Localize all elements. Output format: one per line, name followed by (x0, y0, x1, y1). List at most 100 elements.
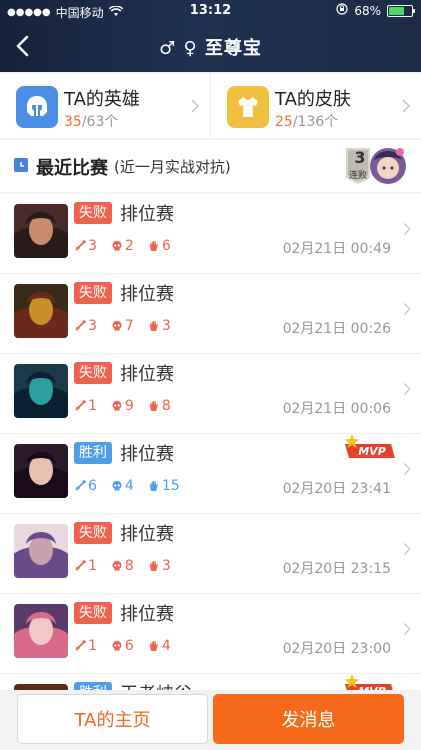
kills-stat: 3 (74, 318, 97, 334)
match-mode: 排位赛 (120, 284, 174, 305)
heroes-card-title: TA的英雄 (64, 89, 140, 110)
hand-icon (149, 401, 158, 411)
match-row[interactable]: 失败 排位赛 3 7 3 02月21日 00:26 (0, 274, 421, 354)
hand-icon (149, 641, 158, 651)
match-time: 02月20日 23:00 (282, 641, 391, 657)
skull-icon (112, 401, 122, 411)
mvp-label: MVP (358, 445, 386, 458)
deaths-stat: 7 (111, 318, 134, 334)
battery-fill (389, 6, 404, 15)
chevron-right-icon (403, 622, 411, 636)
hero-avatar (14, 284, 68, 338)
hand-icon (149, 481, 158, 491)
assists-stat: 8 (148, 398, 171, 414)
battery-icon (387, 4, 415, 17)
chevron-right-icon (403, 302, 411, 316)
deaths-stat: 2 (111, 238, 134, 254)
kills-stat: 3 (74, 238, 97, 254)
skins-card-count: 25/136个 (275, 114, 339, 130)
hero-avatar (14, 364, 68, 418)
match-row[interactable]: 胜利 排位赛 6 4 15 02月20日 23:41 MVP (0, 434, 421, 514)
kills-stat: 1 (74, 398, 97, 414)
clock-icon (14, 158, 28, 172)
match-time: 02月20日 23:41 (282, 481, 391, 497)
chevron-right-icon (403, 462, 411, 476)
skull-icon (112, 241, 122, 251)
match-row[interactable]: 失败 排位赛 3 2 6 02月21日 00:49 (0, 194, 421, 274)
hand-icon (149, 561, 158, 571)
chevron-right-icon (402, 99, 411, 113)
match-mode: 排位赛 (120, 444, 174, 465)
hero-avatar (14, 604, 68, 658)
nav-bar: ♂ ♀ 至尊宝 (0, 22, 421, 72)
deaths-stat: 6 (111, 638, 134, 654)
match-time: 02月21日 00:49 (282, 241, 391, 257)
kills-stat: 6 (74, 478, 97, 494)
result-badge: 失败 (74, 282, 112, 304)
hand-icon (149, 321, 158, 331)
battery-percent: 68% (354, 3, 381, 18)
chevron-right-icon (403, 382, 411, 396)
heroes-card-count: 35/63个 (64, 114, 119, 130)
kill-icon (75, 320, 86, 331)
match-row[interactable]: 失败 排位赛 1 8 3 02月20日 23:15 (0, 514, 421, 594)
section-title: 最近比赛 (36, 158, 108, 179)
losing-streak-badge: 3 连败 (344, 144, 406, 188)
match-mode: 排位赛 (120, 204, 174, 225)
match-time: 02月20日 23:15 (282, 561, 391, 577)
match-list: 失败 排位赛 3 2 6 02月21日 00:49 失败 排位赛 3 7 3 0… (0, 194, 421, 750)
hero-avatar (14, 204, 68, 258)
assists-stat: 15 (148, 478, 180, 494)
bottom-bar: TA的主页 发消息 (0, 690, 421, 750)
match-mode: 排位赛 (120, 524, 174, 545)
kills-stat: 1 (74, 638, 97, 654)
assists-stat: 4 (148, 638, 171, 654)
match-mode: 排位赛 (120, 364, 174, 385)
skull-icon (112, 641, 122, 651)
summary-cards: TA的英雄 35/63个 TA的皮肤 25/136个 (0, 74, 421, 138)
kill-icon (75, 480, 86, 491)
streak-number: 3 (354, 148, 366, 167)
assists-stat: 3 (148, 318, 171, 334)
hand-icon (149, 241, 158, 251)
result-badge: 失败 (74, 522, 112, 544)
result-badge: 胜利 (74, 442, 112, 464)
heroes-card[interactable]: TA的英雄 35/63个 (0, 74, 210, 138)
match-row[interactable]: 失败 排位赛 1 9 8 02月21日 00:06 (0, 354, 421, 434)
kill-icon (75, 640, 86, 651)
assists-stat: 3 (148, 558, 171, 574)
kill-icon (75, 560, 86, 571)
section-subtitle: (近一月实战对抗) (114, 158, 231, 176)
result-badge: 失败 (74, 602, 112, 624)
deaths-stat: 4 (111, 478, 134, 494)
skins-card[interactable]: TA的皮肤 25/136个 (210, 74, 421, 138)
match-mode: 排位赛 (120, 604, 174, 625)
skull-icon (112, 321, 122, 331)
kda-stats: 1 6 4 (74, 638, 171, 654)
kda-stats: 1 9 8 (74, 398, 171, 414)
mvp-badge: MVP (341, 434, 397, 466)
kill-icon (75, 400, 86, 411)
send-message-button[interactable]: 发消息 (213, 694, 404, 744)
skull-icon (112, 561, 122, 571)
shirt-icon (227, 86, 269, 128)
skins-card-title: TA的皮肤 (275, 89, 351, 110)
profile-home-button[interactable]: TA的主页 (17, 694, 208, 744)
streak-label: 连败 (348, 171, 367, 181)
skull-icon (112, 481, 122, 491)
kda-stats: 6 4 15 (74, 478, 180, 494)
result-badge: 失败 (74, 202, 112, 224)
status-right: 68% (336, 3, 415, 18)
page-title: ♂ ♀ 至尊宝 (159, 38, 262, 59)
match-row[interactable]: 失败 排位赛 1 6 4 02月20日 23:00 (0, 594, 421, 674)
kill-icon (75, 240, 86, 251)
helmet-icon (16, 86, 58, 128)
hero-avatar (14, 444, 68, 498)
rotation-lock-icon (336, 3, 348, 18)
kills-stat: 1 (74, 558, 97, 574)
assists-stat: 6 (148, 238, 171, 254)
status-bar: ●●●●● 中国移动 13:12 68% (0, 0, 421, 22)
deaths-stat: 9 (111, 398, 134, 414)
kda-stats: 1 8 3 (74, 558, 171, 574)
match-time: 02月21日 00:26 (282, 321, 391, 337)
